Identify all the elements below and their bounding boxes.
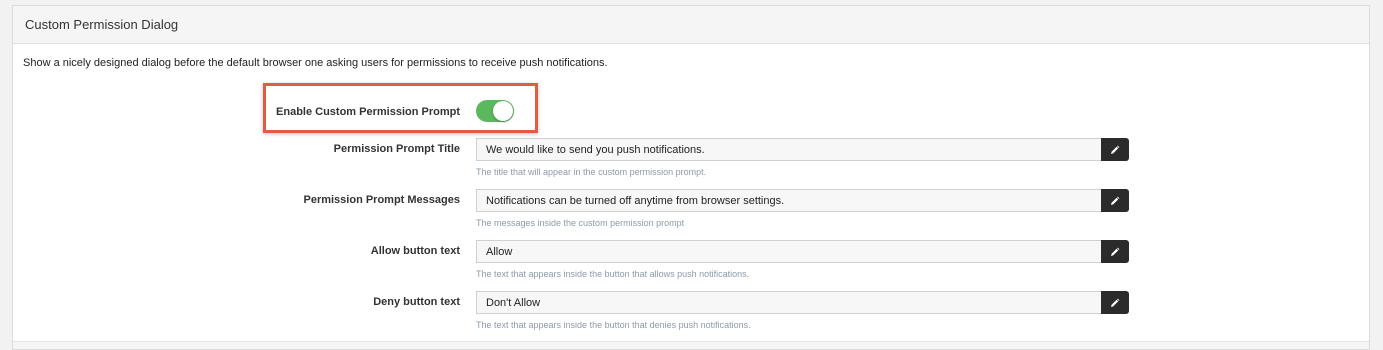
prompt-messages-edit-button[interactable] xyxy=(1101,189,1129,212)
pencil-icon xyxy=(1111,145,1120,154)
deny-button-text-field-group xyxy=(476,291,1129,314)
prompt-messages-help: The messages inside the custom permissio… xyxy=(476,218,685,228)
prompt-title-edit-button[interactable] xyxy=(1101,138,1129,161)
allow-button-text-label: Allow button text xyxy=(370,245,460,257)
allow-button-text-help: The text that appears inside the button … xyxy=(476,269,750,279)
toggle-knob xyxy=(493,101,513,121)
enable-prompt-toggle[interactable] xyxy=(476,100,514,122)
prompt-messages-input[interactable] xyxy=(476,189,1101,212)
prompt-messages-label: Permission Prompt Messages xyxy=(303,194,460,206)
pencil-icon xyxy=(1111,196,1120,205)
allow-button-text-input[interactable] xyxy=(476,240,1101,263)
deny-button-text-edit-button[interactable] xyxy=(1101,291,1129,314)
deny-button-text-label: Deny button text xyxy=(373,296,460,308)
prompt-title-input[interactable] xyxy=(476,138,1101,161)
prompt-title-help: The title that will appear in the custom… xyxy=(476,167,707,177)
pencil-icon xyxy=(1111,298,1120,307)
custom-permission-panel: Custom Permission Dialog Show a nicely d… xyxy=(12,5,1370,350)
allow-button-text-edit-button[interactable] xyxy=(1101,240,1129,263)
allow-button-text-field-group xyxy=(476,240,1129,263)
panel-title: Custom Permission Dialog xyxy=(13,6,1369,44)
deny-button-text-help: The text that appears inside the button … xyxy=(476,320,751,330)
prompt-messages-field-group xyxy=(476,189,1129,212)
panel-description: Show a nicely designed dialog before the… xyxy=(23,57,608,69)
pencil-icon xyxy=(1111,247,1120,256)
prompt-title-field-group xyxy=(476,138,1129,161)
enable-prompt-label: Enable Custom Permission Prompt xyxy=(276,106,460,118)
prompt-title-label: Permission Prompt Title xyxy=(333,143,460,155)
deny-button-text-input[interactable] xyxy=(476,291,1101,314)
